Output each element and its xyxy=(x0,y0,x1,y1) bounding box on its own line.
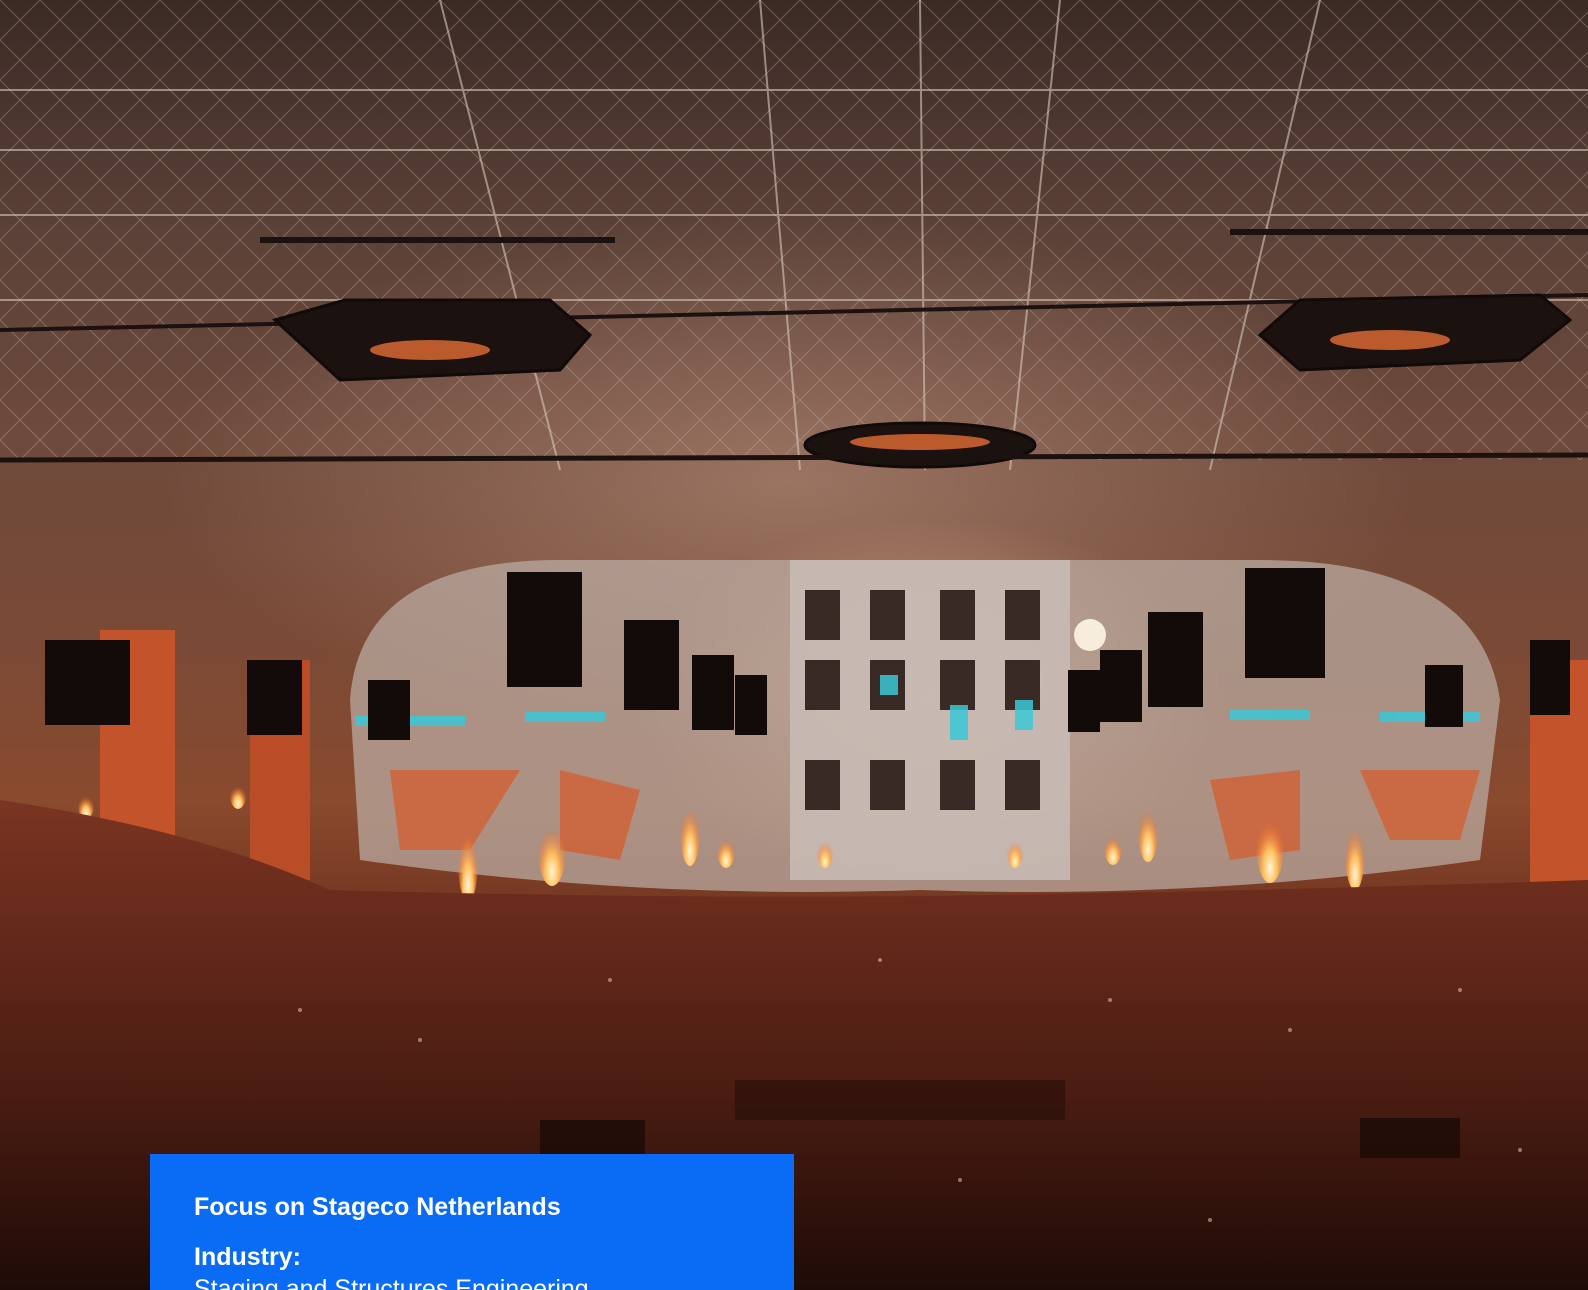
card-title: Focus on Stageco Netherlands xyxy=(194,1193,561,1221)
company-info-card: Focus on Stageco Netherlands Industry: S… xyxy=(150,1154,794,1290)
industry-value: Staging and Structures Engineering xyxy=(194,1275,589,1290)
hero-photo-illustration xyxy=(0,0,1588,1290)
hero-photo xyxy=(0,0,1588,1290)
industry-label: Industry: xyxy=(194,1243,301,1271)
